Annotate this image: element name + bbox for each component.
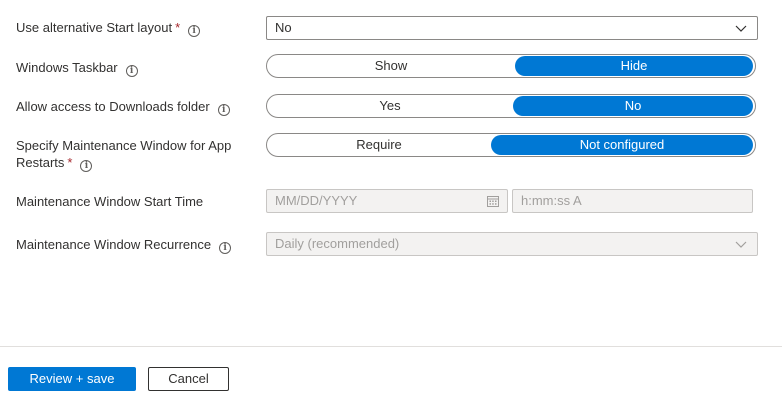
maintenance-label: Specify Maintenance Window for App Resta… — [16, 137, 231, 172]
start-layout-label: Use alternative Start layout * i — [16, 19, 201, 37]
chevron-down-icon — [735, 241, 747, 248]
downloads-label: Allow access to Downloads folder i — [16, 98, 230, 116]
downloads-option-no[interactable]: No — [513, 96, 753, 116]
taskbar-option-hide[interactable]: Hide — [515, 56, 753, 76]
taskbar-option-show[interactable]: Show — [268, 56, 514, 76]
downloads-option-yes[interactable]: Yes — [268, 96, 512, 116]
taskbar-toggle[interactable]: Show Hide — [266, 54, 756, 78]
taskbar-label-text: Windows Taskbar — [16, 60, 118, 75]
footer-divider — [0, 346, 782, 347]
required-marker: * — [67, 155, 73, 170]
chevron-down-icon — [735, 25, 747, 32]
time-placeholder: h:mm:ss A — [521, 193, 582, 208]
time-input[interactable]: h:mm:ss A — [512, 189, 753, 213]
maintenance-option-require[interactable]: Require — [268, 135, 490, 155]
recurrence-label: Maintenance Window Recurrence i — [16, 236, 232, 254]
info-icon[interactable]: i — [80, 160, 93, 172]
review-save-button[interactable]: Review + save — [8, 367, 136, 391]
info-icon[interactable]: i — [188, 25, 201, 37]
recurrence-value: Daily (recommended) — [275, 236, 400, 251]
maintenance-label-line2: Restarts — [16, 155, 65, 170]
maintenance-label-line1: Specify Maintenance Window for App — [16, 138, 232, 153]
info-icon[interactable]: i — [217, 104, 230, 116]
date-input[interactable]: MM/DD/YYYY — [266, 189, 508, 213]
start-layout-label-text: Use alternative Start layout — [16, 20, 173, 35]
maintenance-toggle[interactable]: Require Not configured — [266, 133, 756, 157]
downloads-label-text: Allow access to Downloads folder — [16, 99, 210, 114]
start-layout-select[interactable]: No — [266, 16, 758, 40]
info-icon[interactable]: i — [125, 65, 138, 77]
start-layout-value: No — [275, 20, 292, 35]
recurrence-select[interactable]: Daily (recommended) — [266, 232, 758, 256]
downloads-toggle[interactable]: Yes No — [266, 94, 756, 118]
start-time-label: Maintenance Window Start Time — [16, 194, 204, 209]
calendar-icon[interactable] — [487, 195, 499, 207]
maintenance-option-not-configured[interactable]: Not configured — [491, 135, 753, 155]
recurrence-label-text: Maintenance Window Recurrence — [16, 237, 212, 252]
info-icon[interactable]: i — [219, 242, 232, 254]
cancel-button[interactable]: Cancel — [148, 367, 229, 391]
date-placeholder: MM/DD/YYYY — [275, 193, 358, 208]
maintenance-label-line2-wrap: Restarts * i — [16, 154, 231, 172]
taskbar-label: Windows Taskbar i — [16, 59, 138, 77]
required-marker: * — [175, 20, 181, 35]
